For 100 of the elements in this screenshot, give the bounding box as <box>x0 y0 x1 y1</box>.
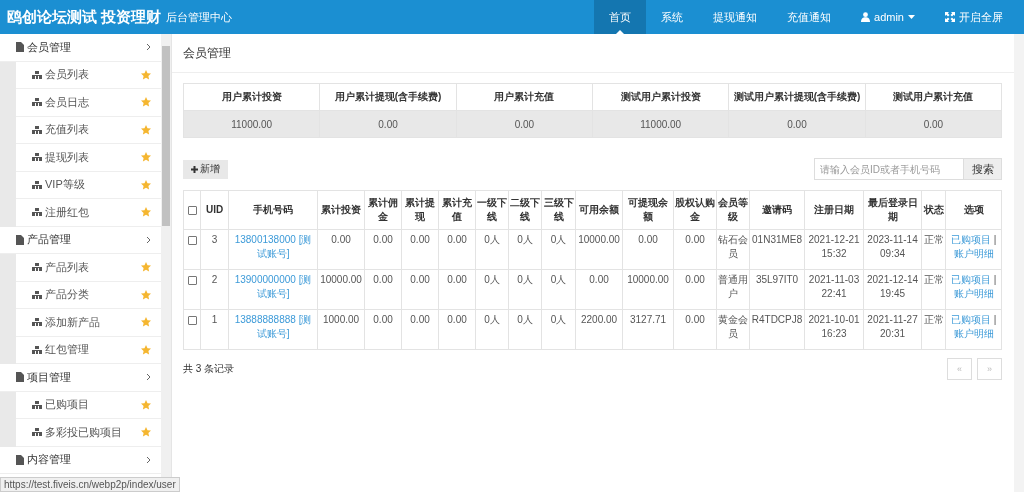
column-header: 二级下线 <box>508 190 542 230</box>
table-cell: 0人 <box>475 309 509 350</box>
table-cell: 0.00 <box>622 229 674 270</box>
column-header: 选项 <box>945 190 1002 230</box>
table-cell: 0.00 <box>401 229 439 270</box>
column-header: 可提现余额 <box>622 190 674 230</box>
table-cell: 0.00 <box>364 269 402 310</box>
star-icon <box>141 399 152 410</box>
add-button[interactable]: 新增 <box>183 159 229 179</box>
table-cell: 0人 <box>475 269 509 310</box>
column-header: UID <box>200 190 229 230</box>
column-header: 用户累计投资 <box>183 83 320 111</box>
table-cell: 0.00 <box>438 229 476 270</box>
sidebar-item[interactable]: 红包管理 <box>16 336 162 364</box>
star-icon <box>141 289 152 300</box>
table-cell: 10000.00 <box>575 229 623 270</box>
sitemap-icon <box>32 180 42 189</box>
nav-item[interactable]: 开启全屏 <box>930 0 1018 34</box>
sidebar-item[interactable]: VIP等级 <box>16 171 162 199</box>
column-header: 用户累计充值 <box>456 83 593 111</box>
table-cell: 2021-12-14 19:45 <box>863 269 922 310</box>
sidebar-item[interactable]: 充值列表 <box>16 116 162 144</box>
table-cell: 0.00 <box>364 309 402 350</box>
sidebar-item[interactable]: 添加新产品 <box>16 309 162 337</box>
nav-item[interactable]: 首页 <box>594 0 647 34</box>
star-icon <box>141 152 152 163</box>
sitemap-icon <box>32 345 42 354</box>
sidebar-item[interactable]: 已购项目 <box>16 391 162 419</box>
sidebar-item[interactable]: 多彩投已购项目 <box>16 419 162 447</box>
document-icon <box>16 454 24 465</box>
table-cell: 0.00 <box>319 110 457 138</box>
nav-item[interactable]: 提现通知 <box>698 0 773 34</box>
sidebar-item[interactable]: 会员日志 <box>16 89 162 117</box>
star-icon <box>141 207 152 218</box>
sitemap-icon <box>32 318 42 327</box>
table-cell: 11000.00 <box>592 110 729 138</box>
table-cell: 0.00 <box>673 229 717 270</box>
sidebar-group[interactable]: 会员管理 <box>0 34 162 62</box>
star-icon <box>141 179 152 190</box>
sidebar-item[interactable]: 产品分类 <box>16 281 162 309</box>
sidebar-item[interactable]: 会员列表 <box>16 61 162 89</box>
column-header: 测试用户累计提现(含手续费) <box>728 83 866 111</box>
separator-text: | <box>993 274 997 285</box>
separator-text: | <box>993 234 997 245</box>
nav-item[interactable]: 系统 <box>646 0 699 34</box>
table-cell: 钻石会员 <box>716 229 750 270</box>
scrollbar-thumb[interactable] <box>162 46 171 226</box>
table-cell: 2021-12-21 15:32 <box>804 229 864 270</box>
user-icon <box>861 12 871 22</box>
column-header: 累计提现 <box>401 190 439 230</box>
expand-icon <box>945 12 955 22</box>
table-cell: 正常 <box>921 309 946 350</box>
checkbox[interactable] <box>187 235 197 245</box>
sidebar-item[interactable]: 注册红包 <box>16 199 162 227</box>
column-header: 会员等级 <box>716 190 750 230</box>
table-cell: 10000.00 <box>622 269 674 310</box>
table-cell: 0.00 <box>728 110 866 138</box>
table-cell: 1000.00 <box>317 309 365 350</box>
separator-text: | <box>993 314 997 325</box>
table-cell: 普通用户 <box>716 269 750 310</box>
sitemap-icon <box>32 153 42 162</box>
table-cell: 0人 <box>541 229 576 270</box>
document-icon <box>16 372 24 383</box>
table-cell: 0.00 <box>317 229 365 270</box>
checkbox[interactable] <box>187 275 197 285</box>
table-cell: 0人 <box>508 269 542 310</box>
sitemap-icon <box>32 125 42 134</box>
brand-title: 鸥创论坛测试 投资理财 <box>6 7 162 27</box>
scrollbar[interactable] <box>1014 34 1024 492</box>
table-cell: 0.00 <box>401 269 439 310</box>
star-icon <box>141 124 152 135</box>
sidebar-item[interactable]: 产品列表 <box>16 254 162 282</box>
search-button[interactable]: 搜索 <box>964 158 1003 180</box>
table-cell: 3127.71 <box>622 309 674 350</box>
column-header: 最后登录日期 <box>863 190 922 230</box>
column-header: 测试用户累计投资 <box>592 83 729 111</box>
table-cell: 11000.00 <box>183 110 320 138</box>
table-cell: 0.00 <box>401 309 439 350</box>
table-cell: 1 <box>200 309 229 350</box>
column-header: 累计投资 <box>317 190 365 230</box>
table-cell: 0.00 <box>438 269 476 310</box>
sitemap-icon <box>32 263 42 272</box>
nav-item[interactable]: 充值通知 <box>772 0 847 34</box>
column-header: 股权认购金 <box>673 190 717 230</box>
sitemap-icon <box>32 208 42 217</box>
search-field[interactable]: 请输入会员ID或者手机号码 <box>814 158 965 180</box>
column-header: 三级下线 <box>541 190 576 230</box>
record-count: 共 3 条记录 <box>183 362 235 376</box>
checkbox[interactable] <box>187 205 197 215</box>
star-icon <box>141 69 152 80</box>
table-cell: 2200.00 <box>575 309 623 350</box>
table-cell: 正常 <box>921 229 946 270</box>
table-cell: 2021-11-03 22:41 <box>804 269 864 310</box>
star-icon <box>141 97 152 108</box>
sidebar-item[interactable]: 提现列表 <box>16 144 162 172</box>
table-cell: 10000.00 <box>317 269 365 310</box>
checkbox[interactable] <box>187 315 197 325</box>
nav-item[interactable]: admin <box>846 0 930 34</box>
column-header: 状态 <box>921 190 946 230</box>
column-header: 测试用户累计充值 <box>865 83 1002 111</box>
